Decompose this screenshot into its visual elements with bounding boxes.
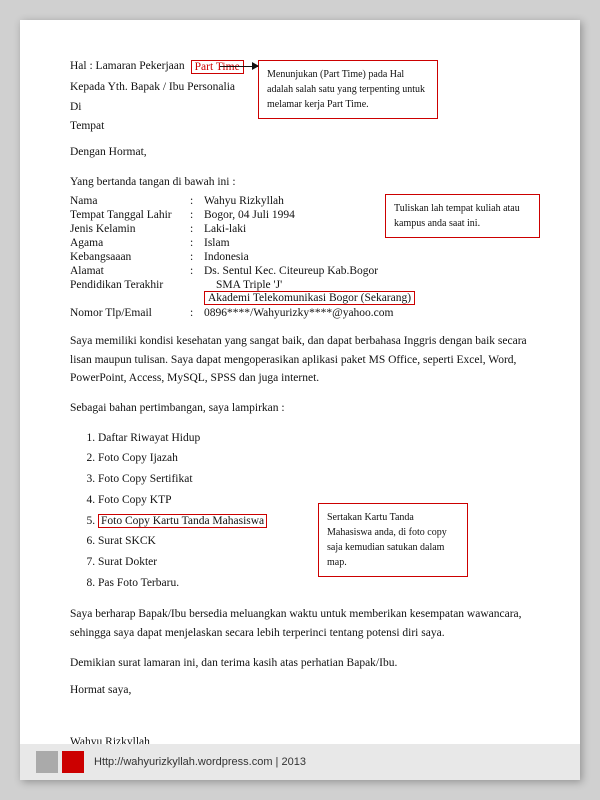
hal-label: Hal : Lamaran Pekerjaan <box>70 60 185 72</box>
callout-kampus-container: Tuliskan lah tempat kuliah atau kampus a… <box>385 194 540 238</box>
kepada-line3: Tempat <box>70 117 530 137</box>
square-red <box>62 751 84 773</box>
list-item: Foto Copy Ijazah <box>98 448 530 469</box>
table-row: Agama : Islam <box>70 236 530 250</box>
value-alamat: Ds. Sentul Kec. Citeureup Kab.Bogor <box>204 264 530 278</box>
value-telp: 0896****/Wahyurizky****@yahoo.com <box>204 306 530 320</box>
label-nama: Nama <box>70 194 190 208</box>
page: Hal : Lamaran Pekerjaan Part Time Menunj… <box>20 20 580 780</box>
list-section: Daftar Riwayat Hidup Foto Copy Ijazah Fo… <box>70 428 530 594</box>
sebagai: Sebagai bahan pertimbangan, saya lampirk… <box>70 399 530 417</box>
paragraph3: Demikian surat lamaran ini, dan terima k… <box>70 654 530 672</box>
callout-kampus: Tuliskan lah tempat kuliah atau kampus a… <box>385 194 540 238</box>
hormat-section: Hormat saya, Wahyu Rizkyllah <box>70 684 530 748</box>
square-gray <box>36 751 58 773</box>
label-jk: Jenis Kelamin <box>70 222 190 236</box>
footer-url: Http://wahyurizkyllah.wordpress.com | 20… <box>94 756 306 768</box>
attachment-list: Daftar Riwayat Hidup Foto Copy Ijazah Fo… <box>98 428 530 594</box>
value-kebangsaan: Indonesia <box>204 250 530 264</box>
paragraph2: Saya berharap Bapak/Ibu bersedia meluang… <box>70 605 530 642</box>
list-item: Daftar Riwayat Hidup <box>98 428 530 449</box>
table-row: Pendidikan Terakhir SMA Triple 'J' Akade… <box>70 278 530 306</box>
yang-bertanda: Yang bertanda tangan di bawah ini : <box>70 176 530 188</box>
callout-part-time: Menunjukan (Part Time) pada Hal adalah s… <box>258 60 438 119</box>
label-alamat: Alamat <box>70 264 190 278</box>
label-agama: Agama <box>70 236 190 250</box>
table-row: Kebangsaaan : Indonesia <box>70 250 530 264</box>
list-item-mahasiswa: Foto Copy Kartu Tanda Mahasiswa Sertakan… <box>98 511 530 532</box>
sma-value: SMA Triple 'J' <box>216 279 530 291</box>
info-section: Nama : Wahyu Rizkyllah Tempat Tanggal La… <box>70 194 530 320</box>
label-telp: Nomor Tlp/Email <box>70 306 190 320</box>
table-row: Alamat : Ds. Sentul Kec. Citeureup Kab.B… <box>70 264 530 278</box>
footer-squares <box>36 751 84 773</box>
header-section: Hal : Lamaran Pekerjaan Part Time Menunj… <box>70 60 530 162</box>
hal-line: Hal : Lamaran Pekerjaan Part Time Menunj… <box>70 60 530 74</box>
value-pendidikan: SMA Triple 'J' Akademi Telekomunikasi Bo… <box>204 278 530 306</box>
label-kebangsaan: Kebangsaaan <box>70 250 190 264</box>
callout-ktm: Sertakan Kartu Tanda Mahasiswa anda, di … <box>318 503 468 577</box>
kepada-hormat: Dengan Hormat, <box>70 143 530 163</box>
list-item: Foto Copy Sertifikat <box>98 469 530 490</box>
value-agama: Islam <box>204 236 530 250</box>
label-pendidikan: Pendidikan Terakhir <box>70 278 190 306</box>
foto-copy-ktm: Foto Copy Kartu Tanda Mahasiswa <box>98 514 267 528</box>
table-row: Nomor Tlp/Email : 0896****/Wahyurizky***… <box>70 306 530 320</box>
footer-bar: Http://wahyurizkyllah.wordpress.com | 20… <box>20 744 580 780</box>
paragraph1: Saya memiliki kondisi kesehatan yang san… <box>70 332 530 387</box>
hormat-label: Hormat saya, <box>70 684 530 696</box>
akademi-value: Akademi Telekomunikasi Bogor (Sekarang) <box>204 291 415 305</box>
label-ttl: Tempat Tanggal Lahir <box>70 208 190 222</box>
